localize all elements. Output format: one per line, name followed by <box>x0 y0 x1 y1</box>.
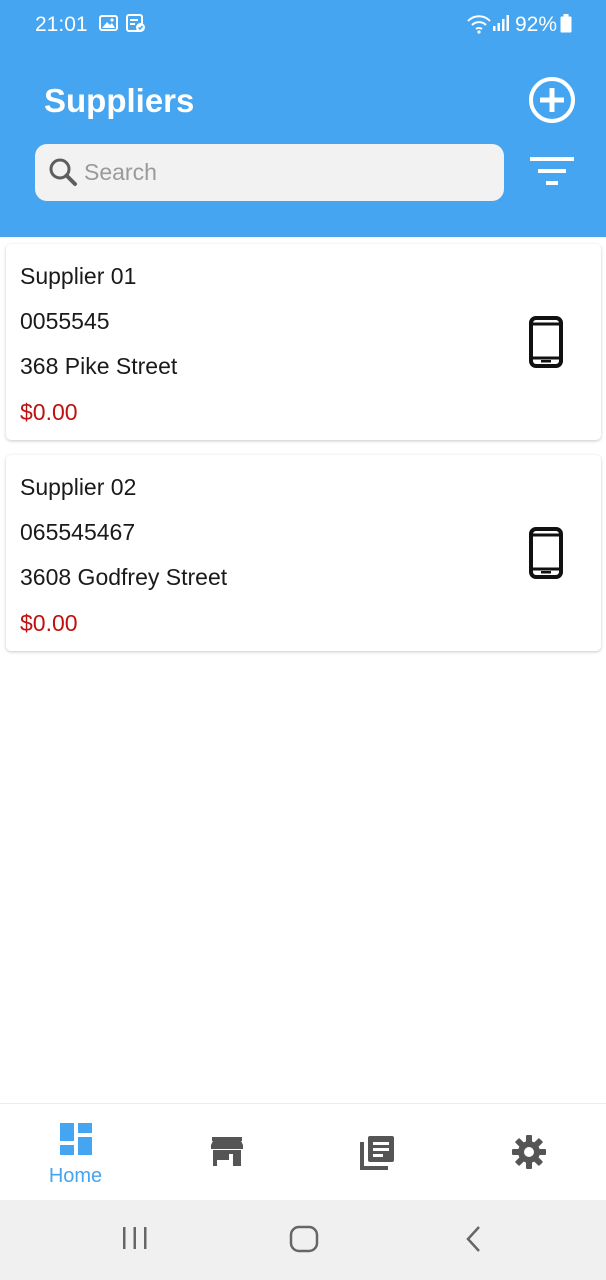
page-title: Suppliers <box>44 82 195 119</box>
supplier-balance: $0.00 <box>20 399 78 425</box>
supplier-card[interactable]: Supplier 01 0055545 368 Pike Street $0.0… <box>6 244 601 440</box>
home-button-icon[interactable] <box>289 1224 319 1259</box>
gear-icon <box>511 1135 546 1174</box>
nav-settings[interactable] <box>453 1104 604 1201</box>
nav-library[interactable] <box>302 1104 453 1201</box>
status-bar: 21:01 92% <box>0 0 606 50</box>
app-notification-icon <box>126 14 146 38</box>
supplier-address: 368 Pike Street <box>20 353 178 379</box>
library-books-icon <box>359 1134 396 1175</box>
search-icon <box>48 157 78 192</box>
nav-home[interactable]: Home <box>0 1104 151 1201</box>
gallery-notification-icon <box>99 14 118 37</box>
supplier-address: 3608 Godfrey Street <box>20 564 228 590</box>
supplier-card[interactable]: Supplier 02 065545467 3608 Godfrey Stree… <box>6 455 601 651</box>
bottom-navigation: Home <box>0 1103 606 1200</box>
supplier-phone: 065545467 <box>20 519 136 545</box>
nav-store[interactable] <box>151 1104 302 1201</box>
supplier-name: Supplier 02 <box>20 474 137 500</box>
plus-circle-icon <box>529 77 575 123</box>
call-phone-icon[interactable] <box>528 527 564 584</box>
battery-percent: 92% <box>515 13 558 36</box>
supplier-balance: $0.00 <box>20 610 78 636</box>
system-navigation-bar <box>0 1200 606 1280</box>
status-time: 21:01 <box>35 13 88 36</box>
recent-apps-icon[interactable] <box>121 1224 149 1257</box>
add-supplier-button[interactable] <box>528 76 576 124</box>
dashboard-icon <box>59 1123 92 1160</box>
signal-icon <box>492 14 510 37</box>
filter-icon <box>530 157 574 185</box>
wifi-icon <box>466 14 492 39</box>
search-input[interactable] <box>84 144 489 201</box>
store-icon <box>210 1137 243 1172</box>
search-bar <box>35 144 504 201</box>
supplier-name: Supplier 01 <box>20 263 137 289</box>
battery-icon <box>560 14 572 38</box>
nav-home-label: Home <box>48 1165 103 1187</box>
back-icon[interactable] <box>462 1224 484 1259</box>
filter-button[interactable] <box>530 156 574 188</box>
app-header: 21:01 92% Suppliers <box>0 0 606 237</box>
supplier-phone: 0055545 <box>20 308 110 334</box>
call-phone-icon[interactable] <box>528 316 564 373</box>
